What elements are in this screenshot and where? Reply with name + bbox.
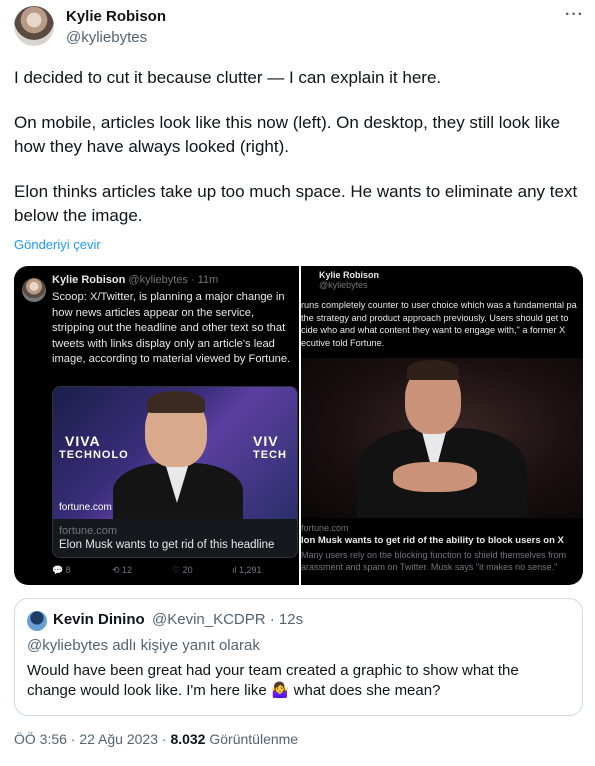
views-label: Görüntülenme [205, 731, 299, 747]
right-text-line: cide who and what content they want to e… [301, 325, 566, 336]
like-count: ♡ 20 [172, 565, 193, 575]
right-card-desc-line: arassment and spam on Twitter. Musk says… [301, 562, 558, 572]
tweet-meta: ÖÖ 3:56 · 22 Ağu 2023 · 8.032 Görüntülen… [14, 731, 298, 747]
left-tweet-header: Kylie Robison @kyliebytes · 11m [52, 274, 218, 286]
right-card-title: lon Musk wants to get rid of the ability… [301, 535, 564, 546]
timestamp-link[interactable]: ÖÖ 3:56 · 22 Ağu 2023 · [14, 731, 170, 747]
tweet-paragraph: Elon thinks articles take up too much sp… [14, 182, 578, 225]
more-options-icon[interactable]: ··· [565, 6, 584, 24]
translate-link[interactable]: Gönderiyi çevir [14, 237, 101, 252]
avatar [22, 278, 46, 302]
quote-reply-context: @kyliebytes adlı kişiye yanıt olarak [27, 637, 260, 654]
view-count: ıl 1,291 [232, 565, 262, 575]
reply-count: 💬 8 [52, 565, 71, 575]
elon-photo-right [301, 358, 583, 518]
left-handle-time: @kyliebytes · 11m [128, 274, 219, 286]
quote-avatar[interactable] [27, 611, 47, 631]
right-tweet-text: runs completely counter to user choice w… [301, 299, 583, 349]
quoted-tweet[interactable]: Kevin Dinino @Kevin_KCDPR · 12s @kylieby… [14, 598, 583, 716]
tweet-header: Kylie Robison @kyliebytes ··· [14, 4, 584, 52]
tweet-media[interactable]: Kylie Robison @kyliebytes · 11m Scoop: X… [14, 266, 583, 585]
viva-logo-text: VIVA [65, 433, 101, 449]
tweet-text: I decided to cut it because clutter — I … [14, 66, 580, 228]
left-link-card: VIVA TECHNOLO VIV TECH fortune.com fortu… [52, 386, 298, 558]
author-handle[interactable]: @kyliebytes [66, 29, 147, 46]
hair-shape [407, 360, 459, 380]
right-card-description: Many users rely on the blocking function… [301, 549, 583, 573]
right-text-line: runs completely counter to user choice w… [301, 300, 577, 310]
left-card-domain: fortune.com [59, 525, 118, 537]
right-tweet-header: Kylie Robison @kyliebytes [319, 270, 379, 290]
retweet-count: ⟲ 12 [112, 565, 133, 575]
left-card-title: Elon Musk wants to get rid of this headl… [59, 539, 275, 551]
author-name[interactable]: Kylie Robison [66, 8, 166, 25]
right-author-name: Kylie Robison [319, 270, 380, 280]
left-action-bar: 💬 8 ⟲ 12 ♡ 20 ıl 1,291 [52, 565, 292, 576]
hair-shape [147, 391, 205, 413]
author-avatar[interactable] [14, 6, 54, 46]
viva-logo-text: TECHNOLO [59, 449, 129, 461]
right-card-desc-line: Many users rely on the blocking function… [301, 550, 567, 560]
media-right-screenshot[interactable]: Kylie Robison @kyliebytes runs completel… [301, 266, 583, 585]
quote-handle-time[interactable]: @Kevin_KCDPR · 12s [152, 611, 303, 628]
quote-text: Would have been great had your team crea… [27, 662, 519, 699]
tweet-paragraph: On mobile, articles look like this now (… [14, 113, 561, 156]
media-left-screenshot[interactable]: Kylie Robison @kyliebytes · 11m Scoop: X… [14, 266, 299, 585]
tweet-paragraph: I decided to cut it because clutter — I … [14, 68, 442, 87]
right-handle: @kyliebytes [319, 280, 368, 290]
elon-photo-left: VIVA TECHNOLO VIV TECH fortune.com [53, 387, 297, 519]
quote-author-name[interactable]: Kevin Dinino [53, 611, 145, 628]
image-source-label: fortune.com [59, 502, 112, 513]
viva-logo-text: TECH [253, 449, 287, 461]
views-count: 8.032 [170, 731, 206, 747]
left-tweet-text: Scoop: X/Twitter, is planning a major ch… [52, 291, 291, 366]
right-text-line: ecutive told Fortune. [301, 337, 385, 348]
left-author-name: Kylie Robison [52, 274, 126, 286]
hands-shape [393, 462, 477, 492]
viva-logo-text: VIV [253, 433, 279, 449]
right-card-domain: fortune.com [301, 523, 349, 533]
right-text-line: the strategy and product approach previo… [301, 312, 569, 323]
